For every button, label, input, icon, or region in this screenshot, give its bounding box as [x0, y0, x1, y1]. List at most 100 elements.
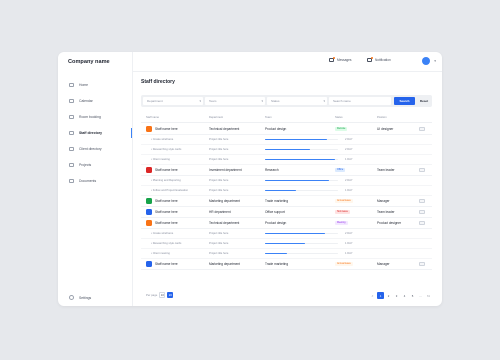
sidebar-item-settings[interactable]: Settings: [69, 295, 91, 300]
staff-team: Product design: [265, 221, 287, 226]
task-row: • Client meeting Project title here 1 DAY: [141, 249, 432, 259]
per-page-option[interactable]: 20: [167, 292, 174, 298]
staff-name: Staff name here: [155, 221, 178, 226]
sidebar-item-client-directory[interactable]: Client directory: [58, 141, 132, 157]
task-progress-bar: [265, 232, 338, 235]
status-badge: Remote: [335, 126, 348, 131]
page-list: <1 2 3 4 5... >>: [368, 292, 432, 299]
user-avatar[interactable]: [422, 57, 430, 65]
task-project: Project title here: [209, 189, 229, 192]
task-project: Project title here: [209, 242, 229, 245]
staff-avatar: [146, 209, 152, 215]
task-progress-fill: [265, 179, 330, 182]
table-row[interactable]: Staff name here Technical department Produ…: [141, 218, 432, 229]
task-progress-bar: [265, 252, 338, 255]
staff-name: Staff name here: [155, 168, 178, 173]
table-row[interactable]: Staff name here Marketing department Trade…: [141, 259, 432, 270]
pagination: Per page 10 20 <1 2 3 4 5... >>: [141, 292, 432, 300]
task-progress-bar: [265, 138, 338, 141]
sidebar-item-label: Room booking: [79, 115, 101, 119]
table-row[interactable]: Staff name here Technical department Produ…: [141, 124, 432, 135]
page-title: Staff directory: [141, 79, 175, 85]
notification-button[interactable]: Notification: [367, 57, 391, 62]
documents-icon: [69, 179, 74, 183]
page-button[interactable]: ...: [417, 292, 424, 299]
task-name: • Researching style cards: [151, 242, 182, 245]
col-department: Department: [209, 116, 224, 119]
sidebar-item-label: Home: [79, 83, 89, 87]
row-action-icon[interactable]: [419, 167, 425, 173]
staff-icon: [69, 131, 74, 135]
row-action-icon[interactable]: [419, 209, 425, 215]
task-project: Project title here: [209, 148, 229, 151]
task-name: • Create wireframe: [151, 232, 174, 235]
app-window: Company name Home Calendar Room booking Sta…: [58, 52, 442, 306]
notification-label: Notification: [375, 58, 391, 62]
task-row: • Planning and Reporting Project title he…: [141, 176, 432, 186]
row-action-icon[interactable]: [419, 198, 425, 204]
sidebar-item-calendar[interactable]: Calendar: [58, 93, 132, 109]
page-button[interactable]: 2: [385, 292, 392, 299]
team-filter[interactable]: Team ▾: [205, 97, 265, 105]
staff-department: HR department: [209, 210, 231, 215]
search-button[interactable]: Search: [394, 97, 415, 105]
task-duration: 1 DAY: [345, 252, 353, 255]
table-row[interactable]: Staff name here Marketing department Trade…: [141, 196, 432, 207]
task-project: Project title here: [209, 179, 229, 182]
staff-avatar: [146, 198, 152, 204]
sidebar-item-room-booking[interactable]: Room booking: [58, 109, 132, 125]
page-button[interactable]: >>: [425, 292, 432, 299]
row-action-icon[interactable]: [419, 261, 425, 267]
per-page-option[interactable]: 10: [159, 292, 166, 298]
chevron-down-icon[interactable]: ▾: [434, 59, 436, 63]
page-button[interactable]: 1: [377, 292, 384, 299]
reset-button[interactable]: Reset: [418, 97, 430, 105]
row-action-icon[interactable]: [419, 126, 425, 132]
sidebar-item-documents[interactable]: Documents: [58, 173, 132, 189]
per-page: Per page 10 20: [146, 292, 174, 298]
task-progress-fill: [265, 232, 325, 235]
task-name: • Follow and Project Evaluation: [151, 189, 189, 192]
table-row[interactable]: Staff name here Investment department Rese…: [141, 165, 432, 176]
staff-team: Office support: [265, 210, 285, 215]
topbar: Messages Notification ▾: [133, 52, 442, 72]
sidebar-item-label: Staff directory: [79, 131, 102, 135]
sidebar-item-label: Documents: [79, 179, 97, 183]
page-button[interactable]: <: [369, 292, 376, 299]
search-input[interactable]: Search name: [329, 97, 391, 105]
home-icon: [69, 83, 74, 87]
sidebar: Company name Home Calendar Room booking Sta…: [58, 52, 133, 306]
row-action-icon[interactable]: [419, 220, 425, 226]
table-header: Staff name Department Team Status Positi…: [141, 116, 432, 123]
task-duration: 2 DAY: [345, 179, 353, 182]
status-filter-label: Status: [271, 99, 280, 103]
company-name: Company name: [68, 59, 110, 65]
task-progress-fill: [265, 148, 311, 151]
staff-team: Product design: [265, 127, 287, 132]
department-filter[interactable]: Department ▾: [143, 97, 203, 105]
gear-icon: [69, 295, 74, 300]
staff-team: Research: [265, 168, 279, 173]
staff-name: Staff name here: [155, 127, 178, 132]
status-filter[interactable]: Status ▾: [267, 97, 327, 105]
client-icon: [69, 147, 74, 151]
table-row[interactable]: Staff name here HR department Office suppo…: [141, 207, 432, 218]
page-button[interactable]: 5: [409, 292, 416, 299]
sidebar-item-home[interactable]: Home: [58, 77, 132, 93]
page-button[interactable]: 4: [401, 292, 408, 299]
chevron-down-icon: ▾: [199, 99, 201, 103]
chevron-down-icon: ▾: [261, 99, 263, 103]
task-name: • Client meeting: [151, 252, 170, 255]
sidebar-item-staff-directory[interactable]: Staff directory: [58, 125, 132, 141]
staff-name: Staff name here: [155, 262, 178, 267]
search-placeholder: Search name: [333, 99, 351, 103]
bell-icon: [367, 57, 373, 62]
task-name: • Researching style cards: [151, 148, 182, 151]
task-name: • Planning and Reporting: [151, 179, 181, 182]
sidebar-item-projects[interactable]: Projects: [58, 157, 132, 173]
messages-button[interactable]: Messages: [329, 57, 352, 62]
staff-avatar: [146, 220, 152, 226]
staff-team: Trade marketing: [265, 199, 289, 204]
page-button[interactable]: 3: [393, 292, 400, 299]
task-duration: 2 DAY: [345, 232, 353, 235]
